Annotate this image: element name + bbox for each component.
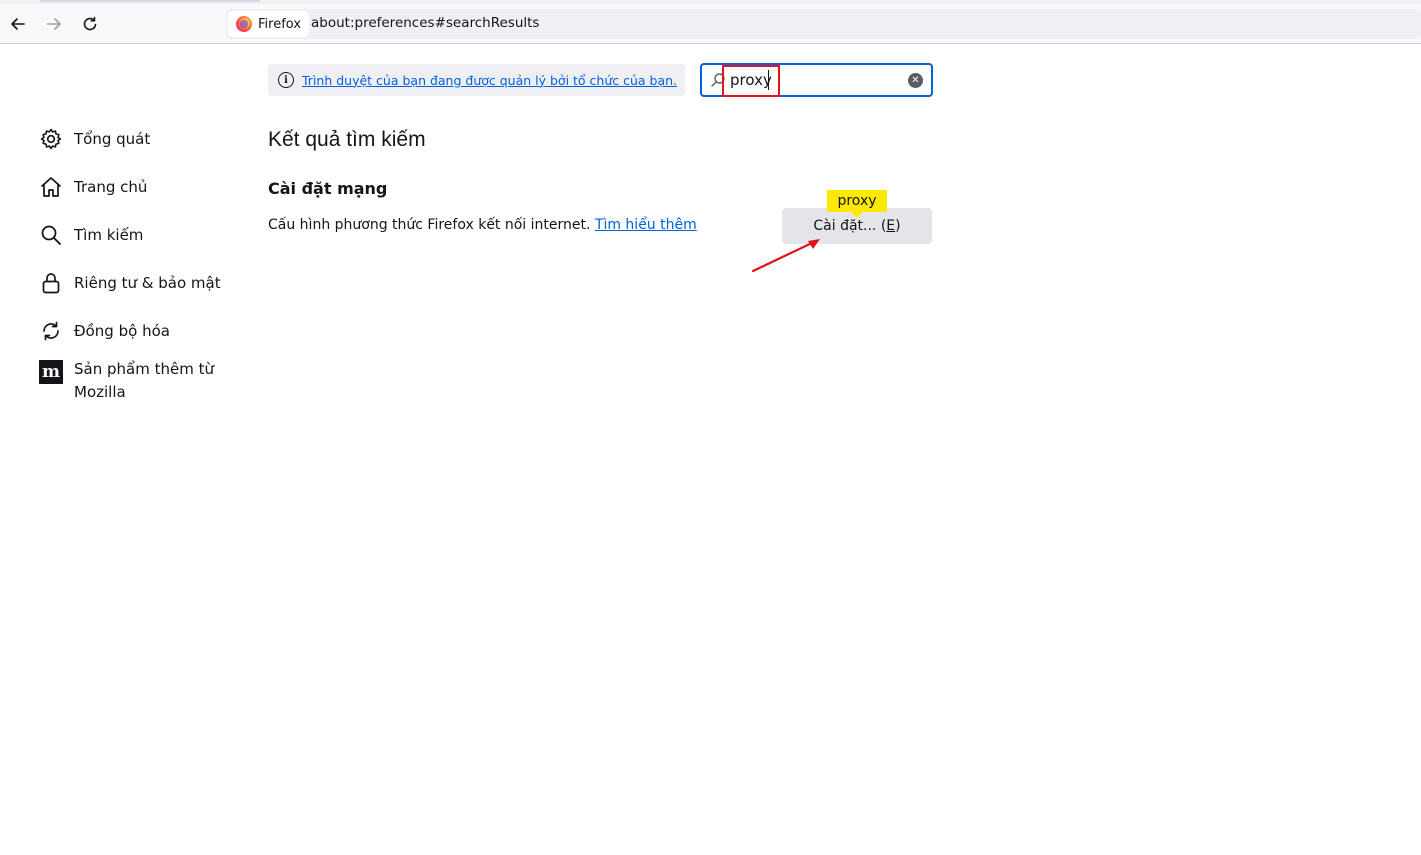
policy-link[interactable]: Trình duyệt của bạn đang được quản lý bở…: [302, 73, 677, 88]
identity-box[interactable]: Firefox: [228, 11, 310, 37]
settings-button-accesskey: E: [886, 218, 896, 234]
tab-edge: [40, 0, 260, 2]
sidebar-item-label: Tìm kiếm: [74, 226, 144, 244]
search-input[interactable]: proxy ✕: [700, 63, 933, 97]
sync-icon: [38, 318, 64, 344]
lock-icon: [38, 270, 64, 296]
forward-arrow-icon: [47, 18, 61, 30]
home-icon: [38, 174, 64, 200]
search-icon: [38, 222, 64, 248]
back-button[interactable]: [4, 10, 32, 38]
learn-more-link[interactable]: Tìm hiểu thêm: [595, 217, 697, 233]
back-arrow-icon: [11, 18, 25, 30]
sidebar-item-search[interactable]: Tìm kiếm: [38, 222, 143, 248]
gear-icon: [38, 126, 64, 152]
description-text: Cấu hình phương thức Firefox kết nối int…: [268, 217, 591, 233]
search-match-tooltip: proxy: [827, 190, 887, 218]
clear-search-icon[interactable]: ✕: [908, 73, 923, 88]
reload-button[interactable]: [76, 10, 104, 38]
identity-label: Firefox: [258, 16, 302, 32]
annotation-arrow-icon: [751, 239, 820, 273]
sidebar-item-label: Đồng bộ hóa: [74, 322, 170, 340]
settings-button-suffix: ): [895, 218, 901, 234]
sidebar-item-home[interactable]: Trang chủ: [38, 174, 147, 200]
navigation-toolbar: Firefox about:preferences#searchResults: [0, 4, 1421, 44]
sidebar-item-privacy[interactable]: Riêng tư & bảo mật: [38, 270, 221, 296]
policy-notice: i Trình duyệt của bạn đang được quản lý …: [268, 64, 685, 96]
url-text[interactable]: about:preferences#searchResults: [311, 15, 539, 31]
sidebar-item-general[interactable]: Tổng quát: [38, 126, 150, 152]
sidebar-item-label: Tổng quát: [74, 130, 151, 148]
mozilla-icon: m: [38, 356, 64, 384]
annotation-highlight-box: [722, 65, 780, 97]
page-title: Kết quả tìm kiếm: [268, 128, 426, 151]
sidebar-item-label: Trang chủ: [74, 178, 148, 196]
network-settings-title: Cài đặt mạng: [268, 179, 388, 198]
url-bar[interactable]: Firefox about:preferences#searchResults: [226, 9, 1421, 39]
sidebar-item-label: Sản phẩm thêm từ Mozilla: [74, 360, 214, 401]
sidebar-item-sync[interactable]: Đồng bộ hóa: [38, 318, 170, 344]
firefox-logo-icon: [236, 16, 252, 32]
reload-icon: [83, 16, 97, 31]
forward-button[interactable]: [40, 10, 68, 38]
network-settings-description: Cấu hình phương thức Firefox kết nối int…: [268, 217, 697, 233]
info-icon: i: [278, 72, 294, 88]
sidebar-item-label: Riêng tư & bảo mật: [74, 274, 221, 292]
sidebar-item-mozilla-products[interactable]: m Sản phẩm thêm từ Mozilla: [38, 356, 224, 404]
